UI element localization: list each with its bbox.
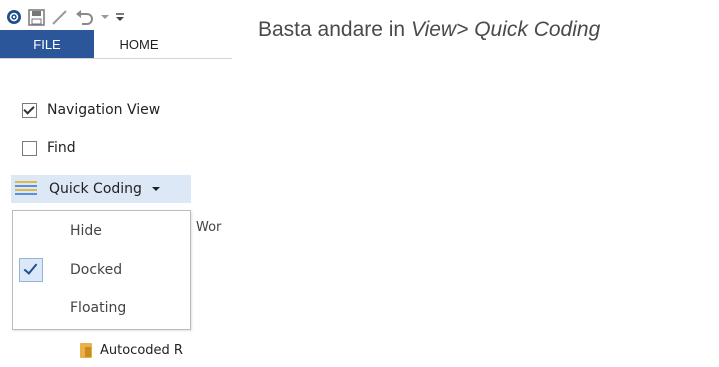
caption-quick-coding: Quick Coding — [474, 18, 601, 41]
caption-separator: > — [456, 18, 475, 41]
tree-item-autocoded[interactable]: Autocoded R — [80, 340, 183, 360]
menu-item-label: Floating — [70, 300, 127, 316]
tab-home[interactable]: HOME — [94, 30, 184, 58]
menu-item-hide[interactable]: Hide — [13, 214, 190, 248]
checkmark-icon — [19, 258, 43, 282]
folder-icon — [80, 342, 92, 358]
tab-file[interactable]: FILE — [0, 30, 94, 58]
save-icon[interactable] — [28, 8, 45, 26]
menu-item-label: Docked — [70, 262, 123, 278]
navigation-view-checkbox[interactable] — [22, 102, 37, 118]
tree-item-label: Autocoded R — [100, 342, 183, 358]
ribbon-tabs: FILE HOME — [0, 30, 232, 58]
find-toggle[interactable]: Find — [22, 136, 76, 160]
nvivo-window: FILE HOME Navigation View Find Quick Cod… — [0, 0, 232, 367]
customize-toolbar-icon[interactable] — [115, 12, 125, 22]
edit-icon[interactable] — [51, 8, 69, 26]
quick-coding-label: Quick Coding — [49, 181, 142, 197]
navigation-view-label: Navigation View — [47, 102, 161, 118]
quick-coding-menu: Hide Docked Floating — [12, 210, 191, 330]
caption-prefix: Basta andare in — [258, 18, 411, 41]
find-label: Find — [47, 140, 76, 156]
quick-coding-button[interactable]: Quick Coding — [11, 175, 191, 203]
ribbon-group-label: Wor — [196, 220, 222, 235]
dropdown-icon[interactable] — [101, 13, 109, 21]
menu-item-floating[interactable]: Floating — [13, 291, 190, 325]
undo-icon[interactable] — [75, 8, 95, 26]
caption-view: View — [410, 18, 457, 41]
navigation-view-toggle[interactable]: Navigation View — [22, 98, 160, 122]
instruction-caption: Basta andare in View> Quick Coding — [258, 18, 600, 42]
chevron-down-icon[interactable] — [151, 187, 160, 191]
menu-item-label: Hide — [70, 223, 102, 239]
menu-item-docked[interactable]: Docked — [13, 253, 190, 287]
find-checkbox[interactable] — [22, 140, 37, 156]
app-logo-icon[interactable] — [6, 9, 22, 25]
quick-coding-icon — [15, 181, 37, 197]
quick-access-toolbar — [6, 6, 125, 28]
ribbon-divider — [0, 58, 232, 59]
